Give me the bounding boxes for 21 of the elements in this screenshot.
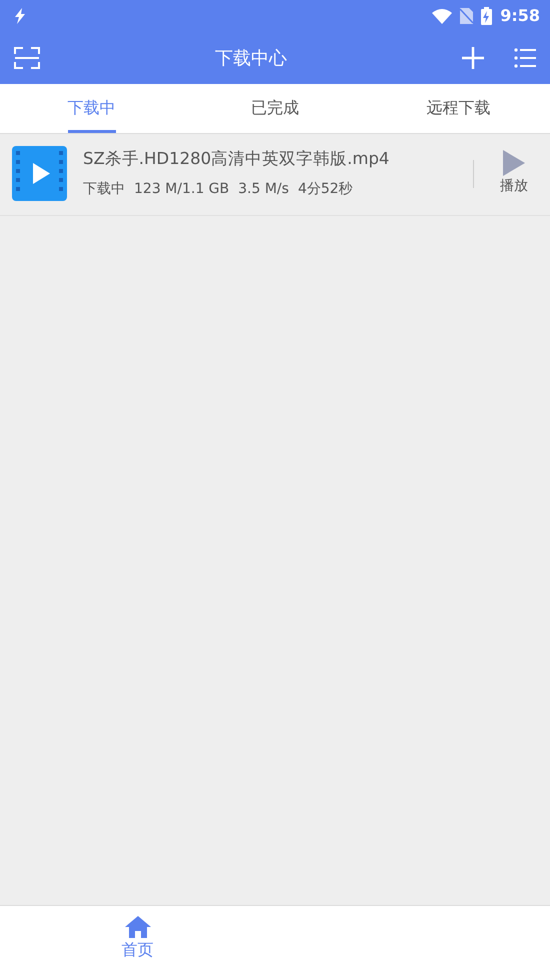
file-name: SZ杀手.HD1280高清中英双字韩版.mp4: [83, 148, 390, 170]
flash-icon: [14, 8, 26, 24]
page-title: 下载中心: [215, 46, 287, 70]
status-time: 9:58: [500, 5, 540, 27]
battery-charging-icon: [481, 7, 492, 25]
download-status: 下载中: [83, 180, 125, 200]
download-speed: 3.5 M/s: [238, 180, 289, 200]
home-tab[interactable]: 首页: [116, 906, 160, 979]
home-icon: [124, 916, 150, 938]
play-icon: [503, 150, 525, 176]
tab[interactable]: 远程下载: [426, 84, 490, 133]
wifi-icon: [432, 8, 452, 24]
tab[interactable]: 已完成: [250, 84, 299, 133]
time-remaining: 4分52秒: [298, 180, 353, 200]
play-button[interactable]: 播放: [490, 150, 538, 197]
no-sim-icon: [460, 8, 474, 24]
add-icon[interactable]: [462, 47, 484, 69]
list-icon[interactable]: [514, 48, 536, 68]
download-size: 123 M/1.1 GB: [134, 180, 230, 200]
scan-icon[interactable]: [14, 46, 40, 70]
video-file-icon: [12, 146, 67, 201]
